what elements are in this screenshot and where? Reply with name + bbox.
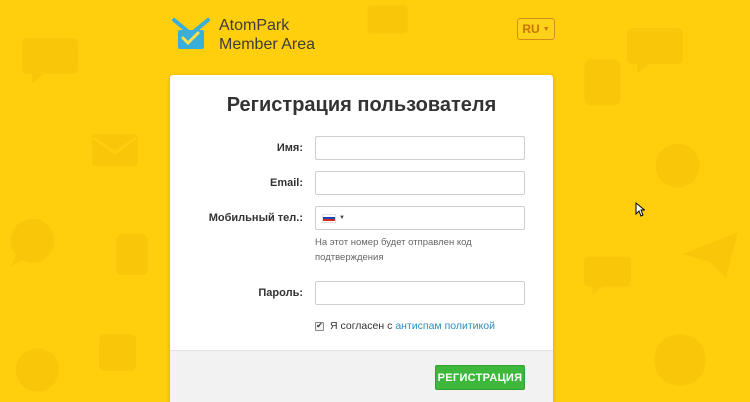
antispam-policy-link[interactable]: антиспам политикой — [395, 320, 495, 332]
brand-name-line1: AtomPark — [219, 17, 290, 34]
phone-label: Мобильный тел.: — [208, 212, 303, 224]
password-label: Пароль: — [258, 287, 303, 299]
name-field[interactable] — [315, 136, 525, 160]
registration-card: Регистрация пользователя Имя: Email: Моб… — [170, 75, 553, 402]
email-field[interactable] — [315, 171, 525, 195]
email-label: Email: — [269, 177, 303, 189]
country-code-select[interactable]: ▼ — [322, 213, 345, 223]
phone-icon — [584, 59, 621, 106]
phone-field-wrapper: ▼ — [315, 206, 525, 230]
page-title: Регистрация пользователя — [226, 94, 497, 116]
chat-bubble-icon — [584, 256, 631, 295]
brand-logo[interactable]: AtomPark Member Area — [172, 16, 315, 54]
chevron-down-icon: ▼ — [339, 215, 345, 221]
name-label: Имя: — [276, 142, 303, 154]
phone-icon — [116, 234, 148, 275]
chat-bubble-icon — [655, 143, 700, 188]
password-field[interactable] — [315, 281, 525, 305]
mouse-cursor-icon — [635, 202, 645, 217]
register-button[interactable]: РЕГИСТРАЦИЯ — [435, 365, 525, 390]
agreement-text: Я согласен с — [330, 320, 393, 332]
chat-bubble-icon — [654, 334, 706, 386]
envelope-icon — [92, 134, 138, 166]
phone-field[interactable] — [348, 208, 524, 228]
agreement-checkbox[interactable]: ✔ — [315, 321, 324, 331]
chevron-down-icon: ▼ — [542, 25, 550, 33]
envelope-check-icon — [172, 18, 210, 49]
brand-name-line2: Member Area — [219, 36, 316, 53]
envelope-icon — [367, 5, 408, 34]
brand-name: AtomPark Member Area — [219, 16, 315, 54]
card-footer: РЕГИСТРАЦИЯ — [170, 350, 553, 402]
paper-plane-icon — [682, 232, 738, 278]
chat-bubble-icon — [10, 218, 55, 267]
chat-bubble-icon — [15, 348, 60, 392]
agreement-row: ✔ Я согласен с антиспам политикой — [315, 320, 495, 332]
language-selector[interactable]: RU ▼ — [517, 18, 555, 40]
chat-bubble-icon — [22, 38, 78, 84]
chat-bubble-icon — [627, 28, 683, 74]
at-sign-icon — [99, 334, 136, 371]
phone-hint: На этот номер будет отправлен код подтве… — [315, 237, 472, 263]
language-current: RU — [522, 22, 540, 36]
russia-flag-icon — [322, 213, 336, 223]
